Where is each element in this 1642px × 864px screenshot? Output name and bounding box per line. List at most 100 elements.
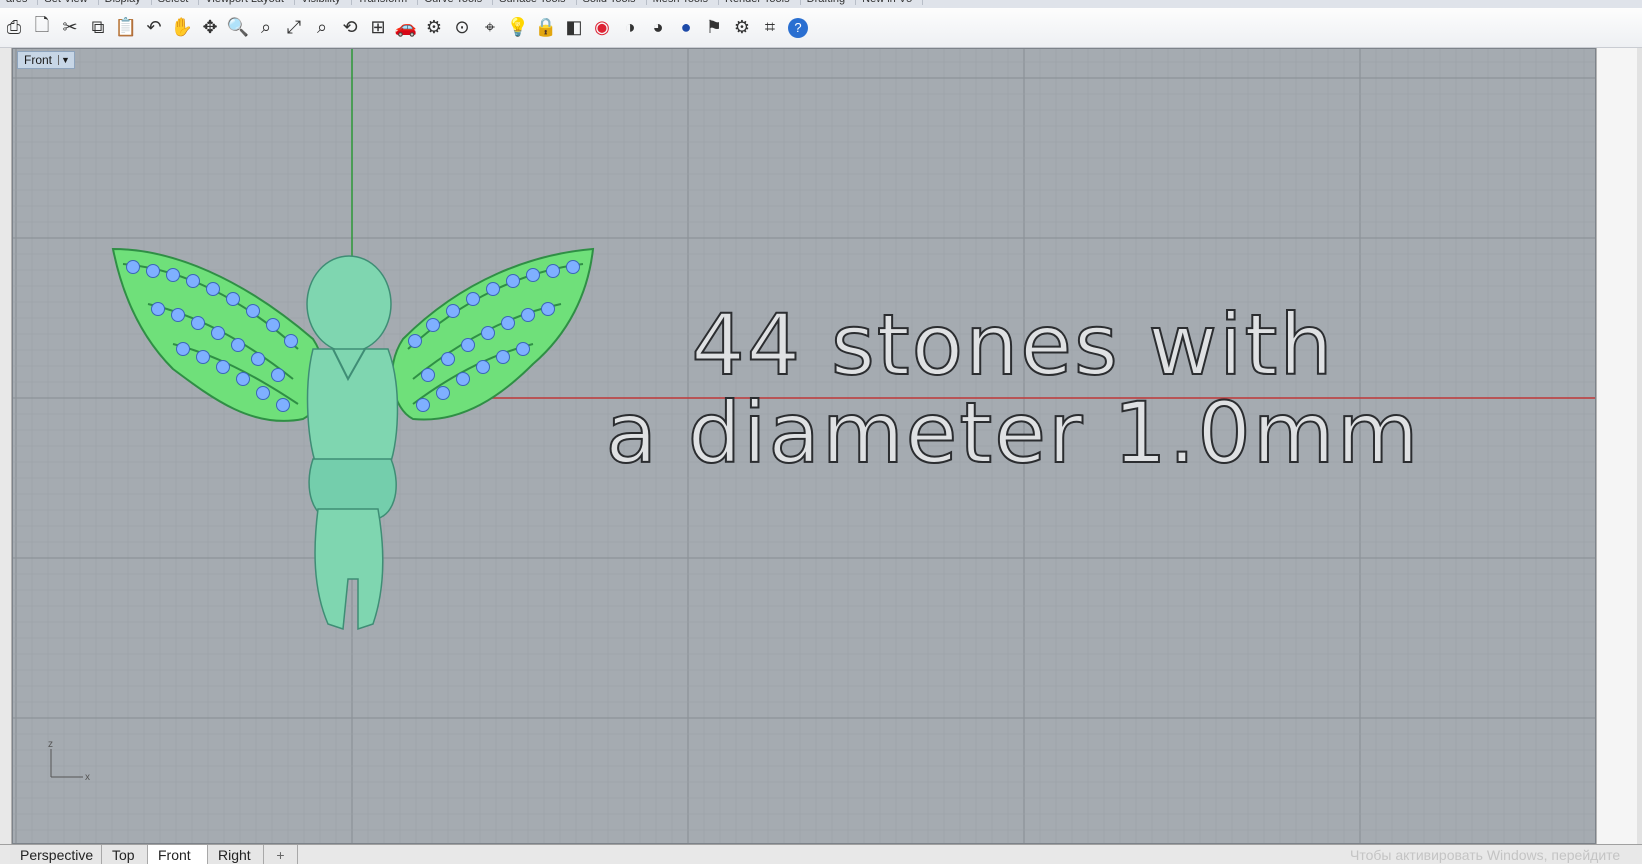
copy-icon[interactable]: ⧉ bbox=[84, 14, 112, 42]
stone bbox=[521, 308, 535, 322]
snap-icon[interactable]: ⌖ bbox=[476, 14, 504, 42]
rhino-window: aresSet ViewDisplaySelectViewport Layout… bbox=[0, 0, 1642, 864]
undo-icon[interactable]: ↶ bbox=[140, 14, 168, 42]
viewport-tabs-bar: Perspective Top Front Right + Чтобы активиро… bbox=[0, 844, 1642, 864]
stone bbox=[408, 334, 422, 348]
stone bbox=[216, 360, 230, 374]
stone bbox=[256, 386, 270, 400]
rotate-view-icon[interactable]: ⟲ bbox=[336, 14, 364, 42]
stone bbox=[501, 316, 515, 330]
front-viewport[interactable]: Front ▼ 44 stones with a diameter 1.0mm … bbox=[12, 48, 1596, 844]
toolbar-tab-mesh-tools[interactable]: Mesh Tools bbox=[647, 0, 719, 5]
layer-icon[interactable]: ◧ bbox=[560, 14, 588, 42]
viewport-title: Front bbox=[24, 53, 53, 67]
stone bbox=[416, 398, 430, 412]
help-icon[interactable]: ? bbox=[788, 17, 808, 38]
pan-hand-icon[interactable]: ✋ bbox=[168, 14, 196, 42]
caption-line-1: 44 stones with bbox=[690, 296, 1335, 394]
toolbar-tab-set-view[interactable]: Set View bbox=[38, 0, 99, 5]
stone bbox=[421, 368, 435, 382]
zoom-extents-icon[interactable]: ⤢ bbox=[280, 14, 308, 42]
stone bbox=[426, 318, 440, 332]
stone bbox=[496, 350, 510, 364]
right-panel-edge bbox=[1596, 48, 1642, 844]
world-axes-icon: z x bbox=[48, 739, 90, 783]
stone bbox=[546, 264, 560, 278]
stone bbox=[171, 308, 185, 322]
stone bbox=[271, 368, 285, 382]
stone bbox=[436, 386, 450, 400]
toolbar-tab-transform[interactable]: Transform bbox=[352, 0, 419, 5]
toolbar-tab-select[interactable]: Select bbox=[152, 0, 200, 5]
toolbar-tab-solid-tools[interactable]: Solid Tools bbox=[577, 0, 647, 5]
stone bbox=[176, 342, 190, 356]
toolbar-tab-display[interactable]: Display bbox=[99, 0, 152, 5]
stone bbox=[446, 304, 460, 318]
stone bbox=[276, 398, 290, 412]
filter-icon[interactable]: ⚑ bbox=[700, 14, 728, 42]
stone bbox=[461, 338, 475, 352]
toolbar-tab-ares[interactable]: ares bbox=[0, 0, 39, 5]
right-panel-scrollbar[interactable] bbox=[1637, 48, 1642, 844]
stone bbox=[481, 326, 495, 340]
viewport-title-label[interactable]: Front ▼ bbox=[17, 51, 75, 69]
color-wheel-icon[interactable]: ◉ bbox=[588, 14, 616, 42]
toolbar-tab-surface-tools[interactable]: Surface Tools bbox=[493, 0, 577, 5]
axis-z-label: z bbox=[48, 739, 53, 750]
stone bbox=[166, 268, 180, 282]
stone bbox=[441, 352, 455, 366]
lock-icon[interactable]: 🔒 bbox=[532, 14, 560, 42]
viewport-tab-front[interactable]: Front bbox=[148, 845, 208, 864]
toolbar-tab-drafting[interactable]: Drafting bbox=[801, 0, 857, 5]
stone bbox=[146, 264, 160, 278]
toolbar-tab-render-tools[interactable]: Render Tools bbox=[719, 0, 801, 5]
stone bbox=[541, 302, 555, 316]
render-sphere-icon[interactable]: ◕ bbox=[644, 14, 672, 42]
toolbar-tab-viewport-layout[interactable]: Viewport Layout bbox=[199, 0, 295, 5]
toolbar-tab-new-in-v5[interactable]: New in V5 bbox=[856, 0, 924, 5]
paste-icon[interactable]: 📋 bbox=[112, 14, 140, 42]
zoom-window-icon[interactable]: ⌕ bbox=[252, 14, 280, 42]
cut-icon[interactable]: ✂ bbox=[56, 14, 84, 42]
stone bbox=[476, 360, 490, 374]
zoom-icon[interactable]: 🔍 bbox=[224, 14, 252, 42]
properties-icon[interactable]: ⚙ bbox=[420, 14, 448, 42]
caption-line-2: a diameter 1.0mm bbox=[605, 384, 1421, 482]
lightbulb-icon[interactable]: 💡 bbox=[504, 14, 532, 42]
viewport-menu-arrow-icon[interactable]: ▼ bbox=[58, 55, 70, 65]
stone bbox=[211, 326, 225, 340]
stone bbox=[466, 292, 480, 306]
toolbar-group-tabs: aresSet ViewDisplaySelectViewport Layout… bbox=[0, 0, 1642, 8]
viewport-tab-perspective[interactable]: Perspective bbox=[10, 845, 102, 864]
material-sphere-icon[interactable]: ● bbox=[672, 14, 700, 42]
add-viewport-tab-button[interactable]: + bbox=[264, 845, 298, 864]
stone bbox=[236, 372, 250, 386]
stone bbox=[526, 268, 540, 282]
stone bbox=[226, 292, 240, 306]
windows-activation-watermark: Чтобы активировать Windows, перейдите bbox=[1350, 847, 1621, 863]
stone bbox=[251, 352, 265, 366]
zoom-selected-icon[interactable]: ⌕ bbox=[308, 14, 336, 42]
grid-snap-icon[interactable]: ⌗ bbox=[756, 14, 784, 42]
print-icon[interactable]: ⎙ bbox=[0, 14, 28, 42]
move-icon[interactable]: ✥ bbox=[196, 14, 224, 42]
new-icon[interactable]: 🗋 bbox=[28, 14, 56, 42]
toolbar-tab-curve-tools[interactable]: Curve Tools bbox=[418, 0, 494, 5]
four-viewports-icon[interactable]: ⊞ bbox=[364, 14, 392, 42]
toolbar-tab-visibility[interactable]: Visibility bbox=[295, 0, 352, 5]
shade-icon[interactable]: ◑ bbox=[616, 14, 644, 42]
settings-icon[interactable]: ⚙ bbox=[728, 14, 756, 42]
viewport-tab-top[interactable]: Top bbox=[102, 845, 148, 864]
cherub-body[interactable] bbox=[306, 255, 399, 631]
stone bbox=[516, 342, 530, 356]
stone bbox=[266, 318, 280, 332]
stone bbox=[191, 316, 205, 330]
stone bbox=[206, 282, 220, 296]
left-panel-edge bbox=[0, 48, 12, 844]
car-icon[interactable]: 🚗 bbox=[392, 14, 420, 42]
point-icon[interactable]: ⊙ bbox=[448, 14, 476, 42]
stone bbox=[186, 274, 200, 288]
stone bbox=[196, 350, 210, 364]
video-caption-overlay: 44 stones with a diameter 1.0mm bbox=[573, 296, 1453, 482]
viewport-tab-right[interactable]: Right bbox=[208, 845, 264, 864]
